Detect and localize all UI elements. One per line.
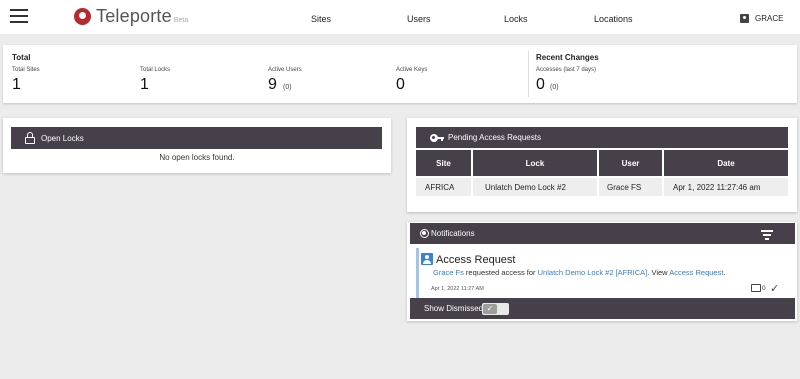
open-locks-header: Open Locks: [11, 127, 382, 149]
user-menu[interactable]: GRACE: [740, 14, 783, 23]
beta-label: Beta: [173, 17, 189, 24]
user-link[interactable]: Grace Fs: [433, 268, 464, 277]
show-dismissed-toggle[interactable]: ✓: [482, 303, 509, 315]
active-keys-value: 0: [396, 76, 405, 93]
toggle-check-icon: ✓: [483, 304, 497, 314]
column-header-lock[interactable]: Lock: [473, 150, 597, 176]
notification-accent-stripe: [416, 248, 419, 298]
lock-icon: [25, 132, 35, 144]
recent-changes-heading: Recent Changes: [536, 53, 599, 62]
accesses-sub: (0): [550, 84, 559, 91]
top-app-bar: Teleporte Beta Sites Users Locks Locatio…: [0, 0, 800, 34]
filter-icon[interactable]: [761, 230, 773, 240]
table-cell-user[interactable]: Grace FS: [599, 178, 662, 196]
open-locks-empty: No open locks found.: [159, 153, 235, 162]
app-name: Teleporte: [96, 6, 172, 26]
nav-sites[interactable]: Sites: [311, 14, 331, 24]
notification-body: Grace Fs requested access for Unlatch De…: [433, 268, 726, 277]
check-icon[interactable]: ✓: [770, 282, 779, 295]
nav-users[interactable]: Users: [407, 14, 431, 24]
total-locks-label: Total Locks: [140, 67, 171, 73]
notifications-title: Notifications: [431, 229, 475, 238]
nav-locations[interactable]: Locations: [594, 14, 633, 24]
notifications-footer: Show Dismissed: [410, 298, 795, 319]
show-dismissed-label: Show Dismissed: [424, 304, 484, 313]
key-icon: [430, 133, 444, 142]
comment-count: 0: [762, 285, 766, 292]
active-keys-label: Active Keys: [396, 67, 428, 73]
column-header-site[interactable]: Site: [416, 150, 471, 176]
total-sites-label: Total Sites: [12, 67, 40, 73]
notification-time: Apr 1, 2022 11:27 AM: [431, 286, 484, 292]
table-cell-site[interactable]: AFRICA: [416, 178, 471, 196]
lock-link[interactable]: Unlatch Demo Lock #2 [AFRICA]: [538, 268, 648, 277]
stats-divider: [528, 51, 529, 97]
accesses-value: 0: [536, 76, 545, 93]
accesses-label: Accesses (last 7 days): [536, 67, 597, 73]
access-request-link[interactable]: Access Request: [669, 268, 723, 277]
notification-text-3: .: [723, 268, 726, 277]
total-locks-value: 1: [140, 76, 149, 93]
total-sites-value: 1: [12, 76, 21, 93]
nav-locks[interactable]: Locks: [504, 14, 528, 24]
table-cell-date[interactable]: Apr 1, 2022 11:27:46 am: [664, 178, 788, 196]
total-heading: Total: [12, 53, 31, 62]
radio-icon: [420, 229, 429, 238]
comment-icon[interactable]: [751, 284, 761, 292]
column-header-user[interactable]: User: [599, 150, 662, 176]
logo-icon: [74, 8, 91, 25]
table-cell-lock[interactable]: Unlatch Demo Lock #2: [473, 178, 597, 196]
pending-requests-title: Pending Access Requests: [448, 133, 541, 142]
app-logo[interactable]: Teleporte Beta: [74, 6, 188, 27]
notifications-header: Notifications: [410, 223, 795, 244]
menu-icon[interactable]: [10, 9, 28, 23]
stats-card: Total Total Sites 1 Total Locks 1 Active…: [3, 45, 797, 103]
notification-text-2: . View: [647, 268, 670, 277]
column-header-date[interactable]: Date: [664, 150, 788, 176]
person-icon: [421, 253, 433, 265]
active-users-sub: (0): [283, 84, 292, 91]
active-users-value: 9: [268, 76, 277, 93]
open-locks-title: Open Locks: [41, 133, 84, 143]
active-users-label: Active Users: [268, 67, 302, 73]
account-icon: [740, 14, 749, 23]
notification-text-1: requested access for: [463, 268, 538, 277]
notification-heading: Access Request: [436, 254, 516, 266]
user-name: GRACE: [755, 14, 784, 23]
pending-requests-header: Pending Access Requests: [416, 127, 788, 148]
